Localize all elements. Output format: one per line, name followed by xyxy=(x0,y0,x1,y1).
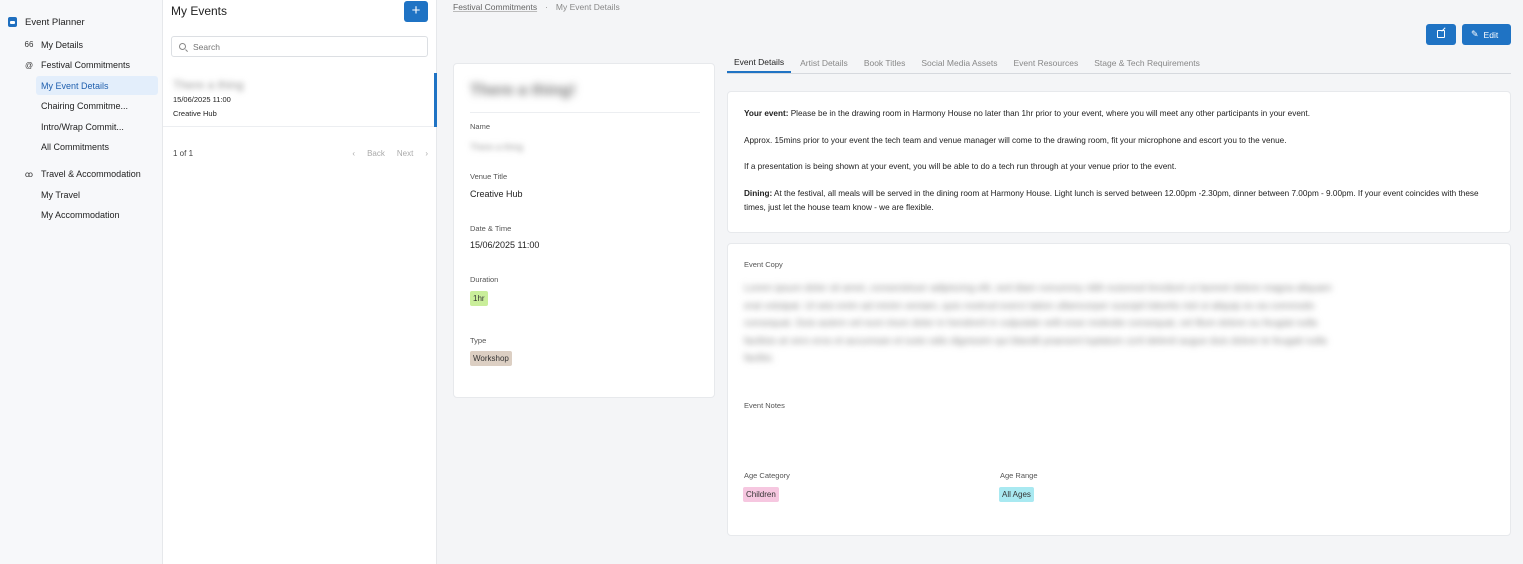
tab-social-media-assets[interactable]: Social Media Assets xyxy=(914,52,1004,73)
back-button[interactable]: Back xyxy=(367,149,385,158)
sidebar-item-label: My Details xyxy=(41,39,84,50)
date-value: 15/06/2025 11:00 xyxy=(470,240,540,250)
search-icon xyxy=(179,43,186,50)
tab-stage-tech-requirements[interactable]: Stage & Tech Requirements xyxy=(1087,52,1207,73)
event-info-card: Your event: Please be in the drawing roo… xyxy=(727,91,1511,233)
detail-tabs: Event Details Artist Details Book Titles… xyxy=(727,52,1511,74)
duration-label: Duration xyxy=(470,275,499,284)
event-copy-label: Event Copy xyxy=(744,260,783,269)
list-item-datetime: 15/06/2025 11:00 xyxy=(173,95,231,104)
tab-artist-details[interactable]: Artist Details xyxy=(793,52,855,73)
duration-badge: 1hr xyxy=(470,291,488,306)
divider xyxy=(470,112,700,113)
pencil-icon: ✎ xyxy=(1471,29,1479,39)
sidebar-item-all-commitments[interactable]: All Commitments xyxy=(36,138,158,157)
sidebar-item-my-event-details[interactable]: My Event Details xyxy=(36,76,158,96)
pagination: 1 of 1 ‹ Back Next › xyxy=(173,149,428,161)
event-summary-card: There a thing! Name There a thing Venue … xyxy=(453,63,715,398)
name-label: Name xyxy=(470,122,491,131)
breadcrumb: Festival Commitments · My Event Details xyxy=(453,2,620,12)
calendar-icon xyxy=(8,17,17,27)
type-label: Type xyxy=(470,336,487,345)
next-button[interactable]: Next xyxy=(397,149,413,158)
event-copy-text: Lorem ipsum dolor sit amet, consectetuer… xyxy=(744,283,1332,364)
age-range-badge: All Ages xyxy=(999,487,1034,502)
sidebar-item-my-details[interactable]: 66 My Details xyxy=(0,35,162,54)
sidebar-item-label: Festival Commitments xyxy=(41,60,131,71)
venue-label: Venue Title xyxy=(470,172,508,181)
edit-label: Edit xyxy=(1483,29,1499,40)
sidebar-item-label: Travel & Accommodation xyxy=(41,169,141,180)
sidebar-item-my-travel[interactable]: My Travel xyxy=(36,185,158,204)
info-paragraph: If a presentation is being shown at your… xyxy=(744,162,1177,171)
event-list-panel: My Events + There a thing 15/06/2025 11:… xyxy=(163,0,437,564)
event-notes-label: Event Notes xyxy=(744,401,785,410)
type-badge: Workshop xyxy=(470,351,512,366)
selected-indicator xyxy=(434,73,437,127)
page-count: 1 of 1 xyxy=(173,149,194,158)
info-paragraph: Approx. 15mins prior to your event the t… xyxy=(744,136,1287,145)
quote-icon: 66 xyxy=(24,40,34,49)
app-header[interactable]: Event Planner xyxy=(0,14,162,30)
list-item-name: There a thing xyxy=(173,78,244,92)
list-item[interactable]: There a thing 15/06/2025 11:00 Creative … xyxy=(163,73,437,127)
list-title: My Events xyxy=(171,4,228,18)
sidebar-item-chairing-commitments[interactable]: Chairing Commitme... xyxy=(36,97,158,116)
event-title: There a thing! xyxy=(470,82,576,99)
tab-event-details[interactable]: Event Details xyxy=(727,52,792,73)
breadcrumb-parent[interactable]: Festival Commitments xyxy=(453,2,537,12)
breadcrumb-separator: · xyxy=(545,2,548,12)
age-range-label: Age Range xyxy=(1000,471,1038,480)
age-category-badge: Children xyxy=(743,487,779,502)
sidebar-item-travel-accommodation[interactable]: ꝏ Travel & Accommodation xyxy=(0,165,162,184)
search-input[interactable] xyxy=(193,41,413,52)
bike-icon: ꝏ xyxy=(24,169,34,179)
info-paragraph: Your event: Please be in the drawing roo… xyxy=(744,109,1310,118)
at-icon: @ xyxy=(24,60,34,70)
event-copy-card: Event Copy Lorem ipsum dolor sit amet, c… xyxy=(727,243,1511,536)
add-event-button[interactable]: + xyxy=(404,1,428,22)
chevron-right-icon[interactable]: › xyxy=(425,149,428,158)
age-category-label: Age Category xyxy=(744,471,790,480)
sidebar-item-festival-commitments[interactable]: @ Festival Commitments xyxy=(0,56,162,75)
search-box[interactable] xyxy=(171,36,428,57)
sidebar-item-intro-wrap-commitments[interactable]: Intro/Wrap Commit... xyxy=(36,117,158,136)
list-item-venue: Creative Hub xyxy=(173,109,217,118)
sidebar: Event Planner 66 My Details @ Festival C… xyxy=(0,0,163,564)
date-label: Date & Time xyxy=(470,224,512,233)
tab-event-resources[interactable]: Event Resources xyxy=(1006,52,1085,73)
external-link-icon xyxy=(1437,30,1445,38)
info-paragraph: Dining: At the festival, all meals will … xyxy=(744,189,1479,212)
venue-value: Creative Hub xyxy=(470,189,523,199)
name-value: There a thing xyxy=(470,142,524,152)
chevron-left-icon[interactable]: ‹ xyxy=(352,149,355,158)
open-external-button[interactable] xyxy=(1426,24,1456,45)
sidebar-item-my-accommodation[interactable]: My Accommodation xyxy=(36,206,158,225)
edit-button[interactable]: ✎ Edit xyxy=(1462,24,1511,45)
tab-book-titles[interactable]: Book Titles xyxy=(857,52,913,73)
breadcrumb-current: My Event Details xyxy=(555,2,620,12)
app-title: Event Planner xyxy=(25,16,85,28)
